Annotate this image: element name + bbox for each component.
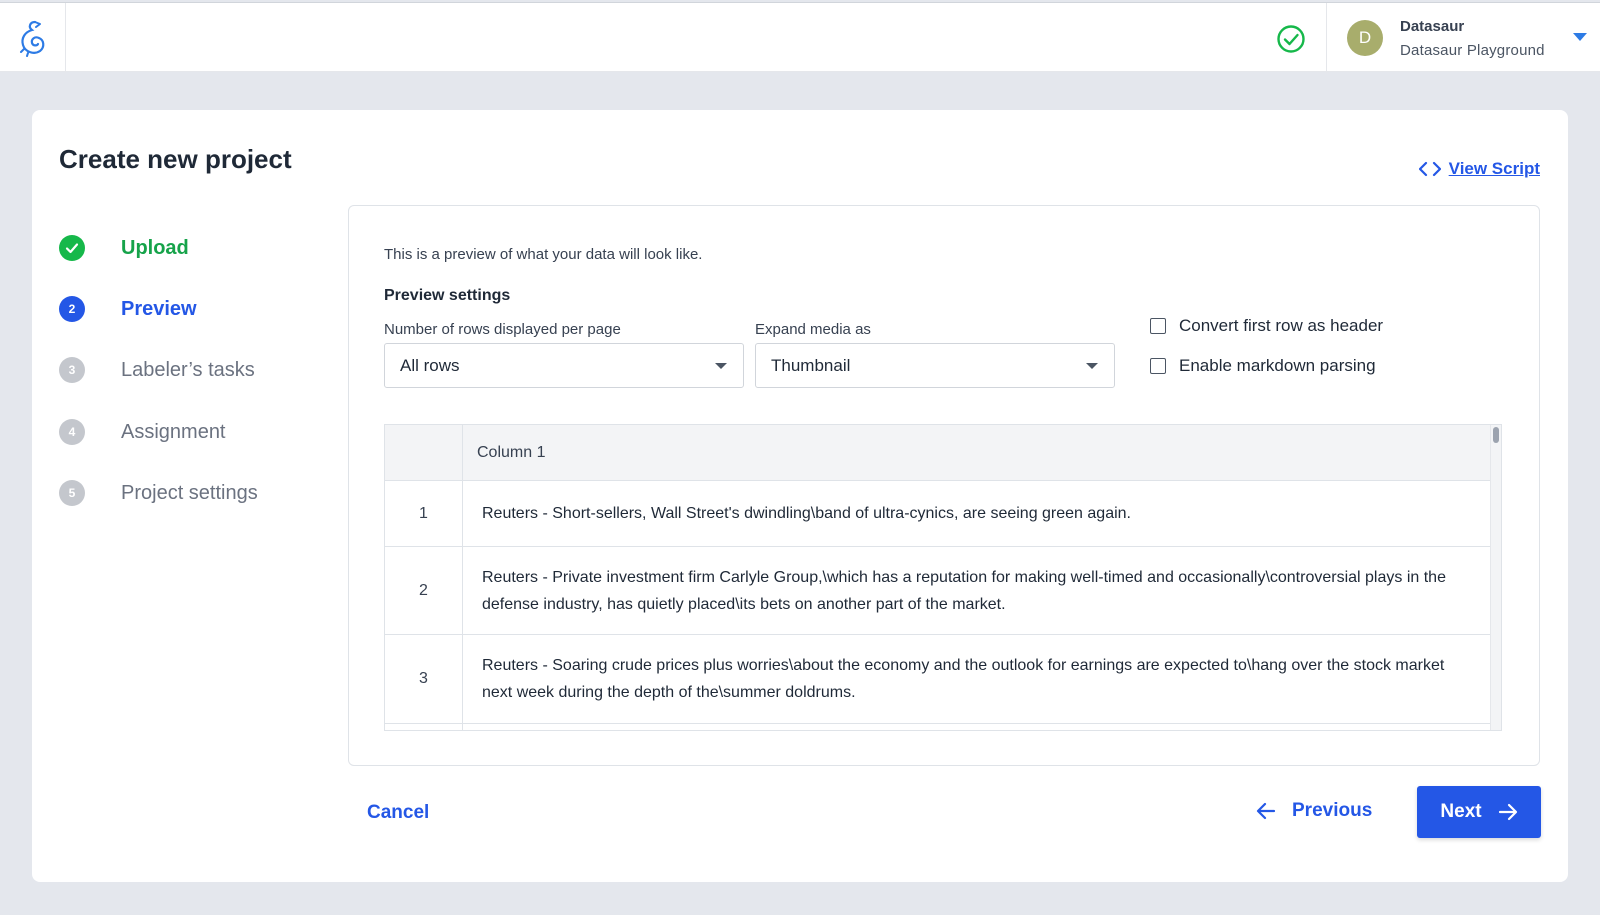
expand-media-value: Thumbnail (771, 355, 851, 375)
rows-per-page-select[interactable]: All rows (384, 343, 744, 388)
row-index: 3 (385, 635, 463, 723)
preview-panel: This is a preview of what your data will… (348, 205, 1540, 766)
step-label: Project settings (121, 481, 258, 504)
step-project-settings[interactable]: 5 Project settings (59, 479, 319, 507)
user-menu[interactable]: D Datasaur Datasaur Playground (1326, 3, 1600, 73)
preview-table: Column 1 1 Reuters - Short-sellers, Wall… (384, 424, 1502, 731)
step-number: 2 (59, 296, 85, 322)
row-text: Reuters - Soaring crude prices plus worr… (482, 657, 1445, 701)
preview-intro: This is a preview of what your data will… (384, 246, 703, 263)
step-number: 4 (59, 419, 85, 445)
index-column-header (385, 425, 463, 481)
table-row: 1 Reuters - Short-sellers, Wall Street's… (385, 481, 1492, 547)
previous-label: Previous (1292, 800, 1373, 821)
rows-per-page-value: All rows (400, 355, 460, 375)
row-text: Reuters - Private investment firm Carlyl… (482, 569, 1446, 613)
step-label: Preview (121, 297, 197, 320)
avatar: D (1347, 20, 1383, 56)
table-row: 3 Reuters - Soaring crude prices plus wo… (385, 635, 1492, 724)
preview-settings-title: Preview settings (384, 287, 511, 304)
step-upload[interactable]: Upload (59, 234, 319, 262)
step-label: Upload (121, 236, 189, 259)
view-script-link[interactable]: View Script (1418, 159, 1540, 179)
check-circle-icon[interactable] (1276, 24, 1306, 54)
step-preview[interactable]: 2 Preview (59, 295, 319, 323)
code-icon (1418, 161, 1441, 177)
table-row: 2 Reuters - Private investment firm Carl… (385, 547, 1492, 635)
markdown-checkbox-row[interactable]: Enable markdown parsing (1150, 356, 1376, 376)
step-labelers-tasks[interactable]: 3 Labeler’s tasks (59, 356, 319, 384)
convert-header-checkbox[interactable] (1150, 318, 1166, 334)
caret-down-icon[interactable] (1573, 33, 1587, 41)
rows-per-page-label: Number of rows displayed per page (384, 321, 621, 338)
arrow-right-icon (1498, 803, 1517, 821)
next-label: Next (1440, 801, 1482, 822)
row-text: Reuters - Short-sellers, Wall Street's d… (482, 505, 1131, 522)
table-row (385, 724, 1492, 730)
check-icon (59, 235, 85, 261)
step-number: 3 (59, 357, 85, 383)
arrow-left-icon (1256, 802, 1276, 820)
step-number: 5 (59, 480, 85, 506)
column-header: Column 1 (477, 444, 546, 461)
create-project-card: Create new project View Script Upload 2 … (32, 110, 1568, 882)
previous-button[interactable]: Previous (1256, 800, 1372, 822)
datasaur-logo-icon (19, 20, 44, 57)
page-title: Create new project (59, 144, 292, 174)
row-index (385, 724, 463, 730)
table-header: Column 1 (385, 425, 1492, 481)
markdown-checkbox[interactable] (1150, 358, 1166, 374)
step-assignment[interactable]: 4 Assignment (59, 418, 319, 446)
user-org: Datasaur Playground (1400, 42, 1545, 59)
step-label: Assignment (121, 420, 226, 443)
row-index: 1 (385, 481, 463, 546)
expand-media-select[interactable]: Thumbnail (755, 343, 1115, 388)
step-label: Labeler’s tasks (121, 358, 255, 381)
cancel-button[interactable]: Cancel (367, 802, 429, 824)
chevron-down-icon (715, 363, 727, 369)
next-button[interactable]: Next (1417, 786, 1541, 838)
view-script-label: View Script (1448, 159, 1540, 178)
markdown-label: Enable markdown parsing (1179, 356, 1376, 375)
expand-media-label: Expand media as (755, 321, 871, 338)
convert-header-checkbox-row[interactable]: Convert first row as header (1150, 316, 1383, 336)
row-index: 2 (385, 547, 463, 634)
top-bar: D Datasaur Datasaur Playground (0, 2, 1600, 73)
table-scrollbar[interactable] (1490, 425, 1501, 730)
logo-link[interactable] (0, 3, 66, 73)
chevron-down-icon (1086, 363, 1098, 369)
user-name: Datasaur (1400, 18, 1465, 35)
convert-header-label: Convert first row as header (1179, 316, 1384, 335)
scrollbar-thumb[interactable] (1493, 427, 1499, 443)
